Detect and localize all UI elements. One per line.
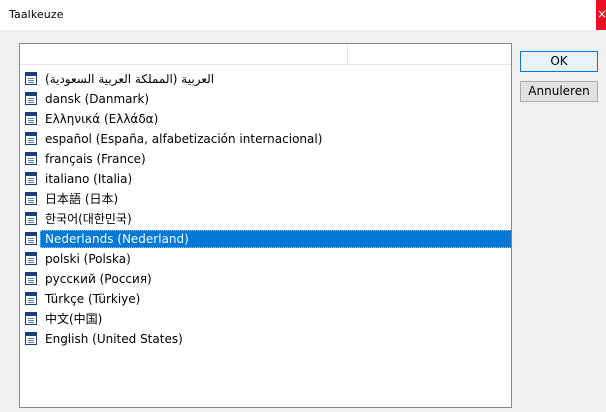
list-item[interactable]: 中文(中国)	[20, 309, 511, 329]
ok-button[interactable]: OK	[520, 51, 598, 72]
language-list[interactable]: (العربية (المملكة العربية السعودية dansk …	[19, 43, 512, 408]
list-item[interactable]: Ελληνικά (Ελλάδα)	[20, 109, 511, 129]
language-file-icon	[25, 332, 37, 345]
list-item-label: italiano (Italia)	[45, 172, 133, 186]
list-item-label: 中文(中国)	[45, 312, 103, 326]
list-item-label: русский (Россия)	[45, 272, 152, 286]
language-file-icon	[25, 292, 37, 305]
list-item-label: français (France)	[45, 152, 146, 166]
list-item[interactable]: français (France)	[20, 149, 511, 169]
window-title: Taalkeuze	[9, 8, 64, 21]
close-button[interactable]: ×	[596, 0, 606, 30]
language-file-icon	[25, 172, 37, 185]
list-item[interactable]: dansk (Danmark)	[20, 89, 511, 109]
list-item[interactable]: English (United States)	[20, 329, 511, 349]
list-item[interactable]: (العربية (المملكة العربية السعودية	[20, 69, 511, 89]
language-file-icon	[25, 232, 37, 245]
list-item[interactable]: italiano (Italia)	[20, 169, 511, 189]
list-rows: (العربية (المملكة العربية السعودية dansk …	[20, 69, 511, 349]
language-file-icon	[25, 312, 37, 325]
list-item-label: (العربية (المملكة العربية السعودية	[45, 72, 215, 86]
close-icon: ×	[597, 7, 606, 21]
list-header	[20, 44, 511, 65]
list-item[interactable]: polski (Polska)	[20, 249, 511, 269]
list-item[interactable]: español (España, alfabetización internac…	[20, 129, 511, 149]
list-item[interactable]: русский (Россия)	[20, 269, 511, 289]
list-item-label: Nederlands (Nederland)	[45, 232, 189, 246]
list-item[interactable]: 한국어(대한민국)	[20, 209, 511, 229]
language-file-icon	[25, 152, 37, 165]
column-header-name[interactable]	[20, 44, 348, 64]
list-item-label: English (United States)	[45, 332, 183, 346]
cancel-button[interactable]: Annuleren	[520, 81, 598, 102]
language-file-icon	[25, 252, 37, 265]
column-header-extra[interactable]	[348, 44, 511, 64]
list-item[interactable]: Türkçe (Türkiye)	[20, 289, 511, 309]
list-item-label: Türkçe (Türkiye)	[45, 292, 141, 306]
list-item-label: polski (Polska)	[45, 252, 131, 266]
list-item-label: 日本語 (日本)	[45, 192, 119, 206]
list-item[interactable]: 日本語 (日本)	[20, 189, 511, 209]
list-item-label: español (España, alfabetización internac…	[45, 132, 323, 146]
language-dialog: Taalkeuze × (العربية (المملكة العربية ال…	[0, 0, 606, 412]
language-file-icon	[25, 212, 37, 225]
list-item-label: 한국어(대한민국)	[45, 212, 132, 226]
list-item[interactable]: Nederlands (Nederland)	[20, 229, 511, 249]
language-file-icon	[25, 112, 37, 125]
list-item-label: Ελληνικά (Ελλάδα)	[45, 112, 159, 126]
list-item-label: dansk (Danmark)	[45, 92, 150, 106]
language-file-icon	[25, 192, 37, 205]
language-file-icon	[25, 272, 37, 285]
title-bar: Taalkeuze ×	[0, 0, 606, 30]
language-file-icon	[25, 72, 37, 85]
language-file-icon	[25, 92, 37, 105]
language-file-icon	[25, 132, 37, 145]
